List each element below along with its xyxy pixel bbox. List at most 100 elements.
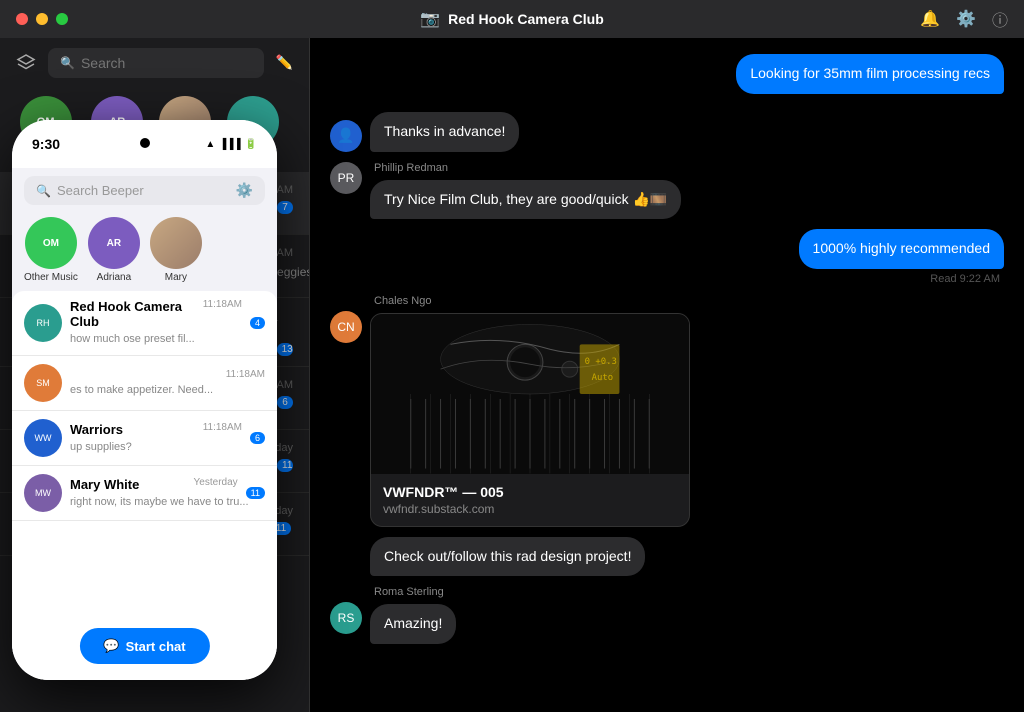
phone-story-name-mary: Mary	[165, 272, 187, 283]
phone-avatar-mary	[150, 217, 202, 269]
phone-chat-preview-2: es to make appetizer. Need...	[70, 384, 213, 396]
phone-chat-item-2[interactable]: SM 11:18AM es to make appetizer. Need...	[12, 356, 277, 411]
message-row-phillip: PR Phillip Redman Try Nice Film Club, th…	[330, 162, 1004, 220]
link-card-title: VWFNDR™ — 005	[383, 484, 677, 500]
phone-body: 🔍 Search Beeper ⚙️ OM Other Music AR Adr…	[12, 168, 277, 680]
sender-name-chales: Chales Ngo	[370, 295, 690, 307]
msg-avatar-chales: CN	[330, 311, 362, 343]
phone-chat-avatar-2: SM	[24, 364, 62, 402]
phone-chat-content-2: 11:18AM es to make appetizer. Need...	[70, 369, 265, 398]
phone-chat-content-redhook: Red Hook Camera Club 11:18AM how much os…	[70, 299, 242, 347]
bubble-thanks: Thanks in advance!	[370, 112, 519, 152]
chat-messages: Looking for 35mm film processing recs 👤 …	[310, 38, 1024, 712]
outgoing-group-1000: 1000% highly recommended Read 9:22 AM	[799, 229, 1004, 285]
wifi-icon: ▲	[205, 139, 215, 150]
window-title-text: Red Hook Camera Club	[448, 11, 604, 27]
start-chat-label: Start chat	[126, 639, 186, 654]
phone-avatar-other-music: OM	[25, 217, 77, 269]
phone-chat-time-4: Yesterday	[194, 477, 238, 492]
start-chat-button[interactable]: 💬 Start chat	[79, 628, 209, 664]
read-receipt: Read 9:22 AM	[930, 273, 1004, 285]
phone-status-icons: ▲ ▐▐▐ 🔋	[205, 139, 257, 150]
phone-notch: 9:30 ▲ ▐▐▐ 🔋	[12, 120, 277, 168]
phone-chat-avatar-4: MW	[24, 474, 62, 512]
battery-icon: 🔋	[245, 139, 257, 150]
phone-badge-warriors: 6	[250, 432, 265, 444]
message-row-checkout: Check out/follow this rad design project…	[370, 537, 1004, 577]
link-card-image: 0 +0.3 Auto	[371, 314, 689, 474]
sender-name-phillip: Phillip Redman	[370, 162, 681, 174]
title-camera-icon: 📷	[420, 9, 440, 29]
phone-chat-content-warriors: Warriors 11:18AM up supplies?	[70, 422, 242, 455]
traffic-lights	[16, 13, 68, 25]
link-card-url: vwfndr.substack.com	[383, 502, 677, 516]
traffic-light-red[interactable]	[16, 13, 28, 25]
phone-search-bar[interactable]: 🔍 Search Beeper ⚙️	[24, 176, 265, 205]
phone-chat-name-redhook: Red Hook Camera Club	[70, 299, 203, 329]
bell-icon[interactable]	[920, 9, 940, 29]
sidebar-header	[0, 38, 309, 88]
bubble-phillip: Try Nice Film Club, they are good/quick …	[370, 180, 681, 220]
phone-chat-avatar-redhook: RH	[24, 304, 62, 342]
chat-bubble-icon: 💬	[103, 638, 119, 654]
msg-avatar-user: 👤	[330, 120, 362, 152]
phone-story-adriana[interactable]: AR Adriana	[88, 217, 140, 283]
bubble-amazing: Amazing!	[370, 604, 456, 644]
bubble-1000: 1000% highly recommended	[799, 229, 1004, 269]
phone-chat-content-4: Mary White Yesterday right now, its mayb…	[70, 477, 238, 510]
phone-chat-item-4[interactable]: MW Mary White Yesterday right now, its m…	[12, 466, 277, 521]
phone-chat-item-redhook[interactable]: RH Red Hook Camera Club 11:18AM how much…	[12, 291, 277, 356]
phone-chat-name-4: Mary White	[70, 477, 139, 492]
bubble-checkout: Check out/follow this rad design project…	[370, 537, 645, 577]
link-card-body: VWFNDR™ — 005 vwfndr.substack.com	[371, 474, 689, 526]
phone-chat-name-warriors: Warriors	[70, 422, 123, 437]
layers-icon	[16, 53, 36, 73]
phone-search-text: Search Beeper	[57, 183, 230, 198]
phone-time: 9:30	[32, 136, 60, 152]
sender-name-roma: Roma Sterling	[370, 586, 456, 598]
search-icon	[60, 54, 75, 72]
phone-story-mary[interactable]: Mary	[150, 217, 202, 283]
phone-story-name-adriana: Adriana	[97, 272, 131, 283]
phone-avatar-adriana: AR	[88, 217, 140, 269]
svg-text:0 +0.3: 0 +0.3	[585, 357, 617, 367]
phone-chat-preview-warriors: up supplies?	[70, 441, 132, 453]
phone-chat-time-warriors: 11:18AM	[203, 422, 242, 437]
badge-wonton: 6	[277, 396, 293, 409]
phone-chat-avatar-warriors: WW	[24, 419, 62, 457]
incoming-group-roma: Roma Sterling Amazing!	[370, 586, 456, 644]
compose-icon[interactable]	[276, 54, 293, 72]
msg-avatar-phillip: PR	[330, 162, 362, 194]
phone-badge-redhook: 4	[250, 317, 265, 329]
message-row-1000: 1000% highly recommended Read 9:22 AM	[330, 229, 1004, 285]
traffic-light-green[interactable]	[56, 13, 68, 25]
info-icon[interactable]	[992, 7, 1008, 31]
badge-ladies: 13	[277, 343, 293, 356]
traffic-light-yellow[interactable]	[36, 13, 48, 25]
gear-icon[interactable]	[956, 9, 976, 29]
phone-story-other-music[interactable]: OM Other Music	[24, 217, 78, 283]
phone-camera	[140, 138, 150, 148]
svg-text:Auto: Auto	[592, 373, 614, 383]
title-bar: 📷 Red Hook Camera Club	[0, 0, 1024, 38]
signal-icon: ▐▐▐	[219, 139, 240, 150]
link-card: 0 +0.3 Auto	[370, 313, 690, 527]
badge-red-hook: 7	[277, 201, 293, 214]
title-right-actions	[920, 7, 1008, 31]
phone-chat-preview-4: right now, its maybe we have to tru...	[70, 496, 249, 508]
badge-eric: 11	[277, 459, 293, 472]
incoming-group-phillip: Phillip Redman Try Nice Film Club, they …	[370, 162, 681, 220]
chat-panel: Looking for 35mm film processing recs 👤 …	[310, 38, 1024, 712]
outgoing-group-1: Looking for 35mm film processing recs	[736, 54, 1004, 94]
phone-chat-preview-redhook: how much ose preset fil...	[70, 333, 195, 345]
msg-avatar-roma: RS	[330, 602, 362, 634]
phone-badge-4: 11	[246, 487, 265, 499]
phone-story-name-om: Other Music	[24, 272, 78, 283]
phone-chat-item-warriors[interactable]: WW Warriors 11:18AM up supplies? 6	[12, 411, 277, 466]
phone-settings-icon[interactable]: ⚙️	[236, 182, 253, 199]
sidebar-search[interactable]	[48, 48, 264, 78]
search-input[interactable]	[81, 55, 252, 71]
message-row: Looking for 35mm film processing recs	[330, 54, 1004, 94]
window-title: 📷 Red Hook Camera Club	[420, 9, 604, 29]
phone-stories-row: OM Other Music AR Adriana Mary	[12, 213, 277, 287]
